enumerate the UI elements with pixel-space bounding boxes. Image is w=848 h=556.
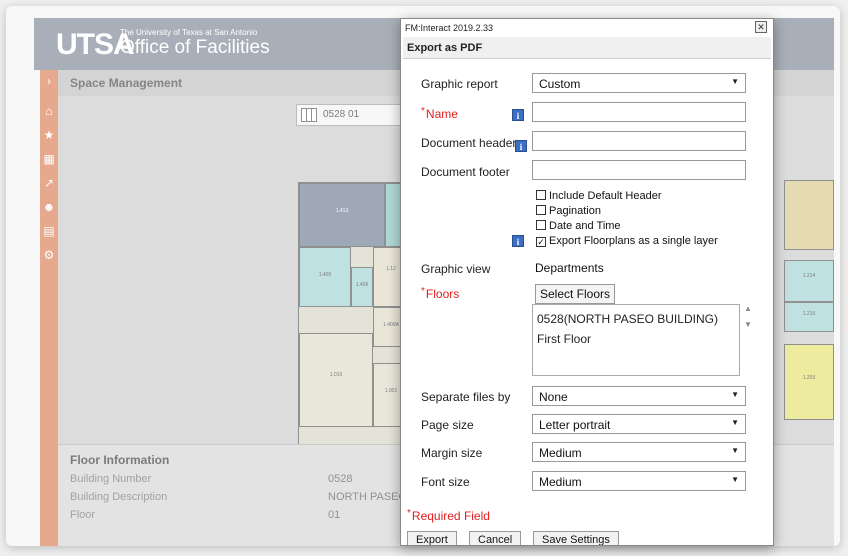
cancel-button[interactable]: Cancel [469, 531, 522, 545]
select-floors-button[interactable]: Select Floors [535, 284, 615, 304]
floorplan-icon[interactable]: ▦ [42, 152, 56, 166]
required-field-note: *Required Field [407, 508, 490, 523]
room[interactable]: 1.214 [784, 260, 834, 302]
chevron-down-icon: ▼ [731, 475, 739, 484]
export-pdf-dialog: FM:Interact 2019.2.33 ✕ Export as PDF Gr… [400, 18, 774, 546]
room[interactable]: 1.406 [351, 267, 373, 307]
required-star: * [421, 106, 425, 117]
building-description-value: NORTH PASEO [328, 491, 408, 503]
document-header-label: Document header [421, 136, 517, 150]
settings-icon[interactable]: ⚙ [42, 248, 56, 262]
name-label: *Name [421, 106, 458, 121]
people-icon[interactable]: ☻ [42, 200, 56, 214]
chart-icon[interactable]: ↗ [42, 176, 56, 190]
grid-icon [301, 108, 317, 122]
checkbox[interactable] [536, 220, 546, 230]
building-description-label: Building Description [70, 491, 168, 503]
building-number-value: 0528 [328, 473, 353, 485]
font-size-select[interactable]: Medium ▼ [532, 471, 746, 491]
margin-size-select[interactable]: Medium ▼ [532, 442, 746, 462]
separate-files-select[interactable]: None ▼ [532, 386, 746, 406]
floors-scrollbar[interactable]: ▲ ▼ [742, 304, 754, 376]
required-star: * [407, 508, 411, 519]
university-name: The University of Texas at San Antonio [120, 28, 258, 37]
page-size-select[interactable]: Letter portrait ▼ [532, 414, 746, 434]
floors-label: *Floors [421, 286, 460, 301]
chevron-down-icon: ▼ [731, 418, 739, 427]
room[interactable]: 1.405 [299, 247, 351, 307]
export-button[interactable]: Export [407, 531, 457, 545]
home-icon[interactable]: ⌂ [42, 104, 56, 118]
star-icon[interactable]: ★ [42, 128, 56, 142]
dialog-app-title: FM:Interact 2019.2.33 [405, 23, 494, 33]
document-footer-input[interactable] [532, 160, 746, 180]
document-header-input[interactable] [532, 131, 746, 151]
info-icon[interactable]: i [512, 235, 524, 247]
graphic-view-value: Departments [535, 261, 604, 275]
checkbox[interactable] [536, 190, 546, 200]
floors-list[interactable]: 0528(NORTH PASEO BUILDING) First Floor [532, 304, 740, 376]
separate-files-value: None [539, 390, 568, 404]
dialog-title: Export as PDF [407, 42, 483, 54]
left-sidebar: › ⌂ ★ ▦ ↗ ☻ ▤ ⚙ [40, 70, 58, 546]
room[interactable]: 1.216 [784, 302, 834, 332]
page-title: Space Management [70, 76, 183, 90]
chevron-down-icon: ▼ [731, 390, 739, 399]
room[interactable]: 1.203 [784, 344, 834, 420]
floor-label: Floor [70, 509, 96, 521]
graphic-report-value: Custom [539, 77, 581, 91]
floor-information-title: Floor Information [70, 453, 170, 467]
graphic-report-select[interactable]: Custom ▼ [532, 73, 746, 93]
save-settings-button[interactable]: Save Settings [533, 531, 619, 545]
report-icon[interactable]: ▤ [42, 224, 56, 238]
checkbox-checked[interactable]: ✓ [536, 237, 546, 247]
scroll-up-icon[interactable]: ▲ [742, 304, 754, 320]
list-item[interactable]: 0528(NORTH PASEO BUILDING) First Floor [537, 309, 735, 349]
chevron-right-icon[interactable]: › [42, 74, 56, 88]
room[interactable] [784, 180, 834, 250]
room[interactable]: 1.413 [299, 183, 385, 247]
checkbox[interactable] [536, 205, 546, 215]
chevron-down-icon: ▼ [731, 77, 739, 86]
close-icon[interactable]: ✕ [755, 21, 767, 33]
floor-value: 01 [328, 509, 341, 521]
separate-files-label: Separate files by [421, 390, 511, 404]
document-footer-label: Document footer [421, 165, 510, 179]
office-title: Office of Facilities [120, 37, 270, 58]
info-icon[interactable]: i [512, 109, 524, 121]
floor-selector-value: 0528 01 [323, 109, 360, 120]
info-icon[interactable]: i [515, 140, 527, 152]
room[interactable]: 1.010 [299, 333, 373, 427]
required-star: * [421, 286, 425, 297]
graphic-view-label: Graphic view [421, 262, 491, 276]
page-size-label: Page size [421, 418, 474, 432]
chevron-down-icon: ▼ [731, 446, 739, 455]
name-input[interactable] [532, 102, 746, 122]
pagination-option[interactable]: Pagination [536, 205, 601, 217]
include-default-header-option[interactable]: Include Default Header [536, 190, 662, 202]
page-size-value: Letter portrait [539, 418, 611, 432]
floor-selector[interactable]: 0528 01 [296, 104, 406, 126]
graphic-report-label: Graphic report [421, 77, 498, 91]
scroll-down-icon[interactable]: ▼ [742, 320, 754, 336]
font-size-value: Medium [539, 475, 582, 489]
export-single-layer-option[interactable]: ✓ Export Floorplans as a single layer [536, 235, 718, 247]
margin-size-label: Margin size [421, 446, 483, 460]
dialog-buttons: Export Cancel Save Settings [407, 531, 773, 545]
margin-size-value: Medium [539, 446, 582, 460]
dialog-header: Export as PDF [403, 37, 771, 59]
floor-plan-right[interactable]: 1.214 1.216 1.203 [784, 180, 834, 420]
building-number-label: Building Number [70, 473, 152, 485]
date-time-option[interactable]: Date and Time [536, 220, 621, 232]
font-size-label: Font size [421, 475, 470, 489]
